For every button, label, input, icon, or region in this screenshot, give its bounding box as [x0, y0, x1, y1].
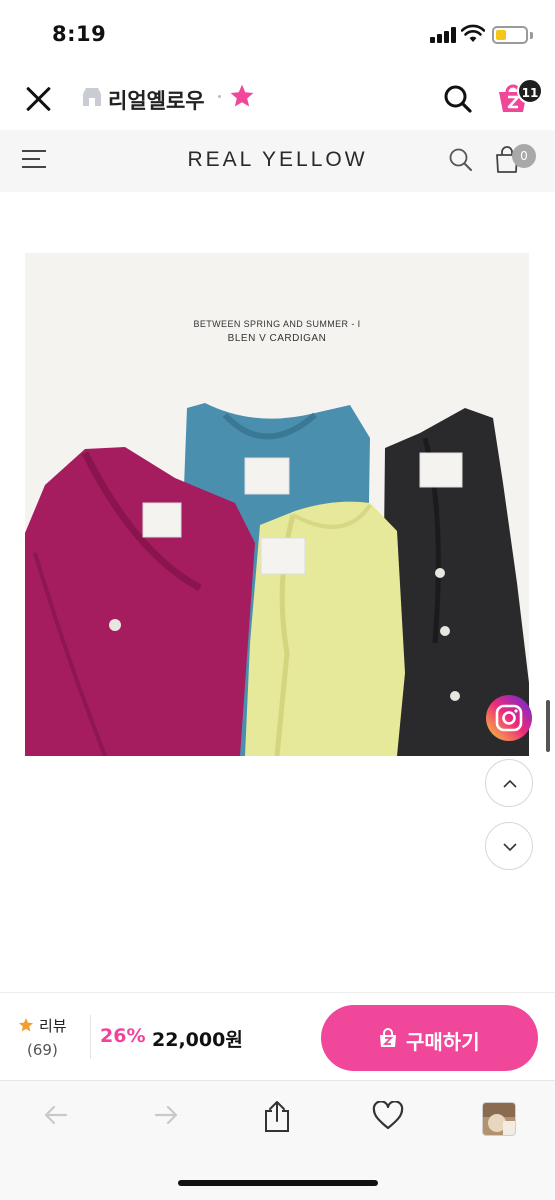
shopping-bag-icon [380, 1028, 396, 1047]
separator-dot [218, 95, 221, 98]
buy-button[interactable]: 구매하기 [321, 1005, 538, 1071]
search-icon[interactable] [448, 147, 474, 173]
share-icon[interactable] [262, 1099, 292, 1133]
wifi-icon [461, 24, 485, 42]
app-top-bar: 리얼옐로우 11 [0, 64, 555, 130]
store-name[interactable]: 리얼옐로우 [108, 85, 205, 115]
star-icon[interactable] [229, 83, 255, 109]
buy-button-label: 구매하기 [406, 1030, 480, 1054]
cellular-signal-icon [430, 27, 456, 43]
bag-count-badge: 0 [512, 144, 536, 168]
scroll-to-bottom-button[interactable] [485, 822, 533, 870]
divider [90, 1015, 91, 1059]
scrollbar[interactable] [546, 700, 550, 752]
tab-thumbnail[interactable] [482, 1102, 516, 1136]
instagram-button[interactable] [486, 695, 532, 741]
shop-header: REAL YELLOW 0 [0, 130, 555, 192]
price: 22,000원 [152, 1029, 243, 1051]
chevron-down-icon [503, 843, 517, 852]
status-bar: 8:19 [0, 0, 555, 64]
back-arrow-icon[interactable] [42, 1101, 70, 1129]
forward-arrow-icon[interactable] [152, 1101, 180, 1129]
scroll-to-top-button[interactable] [485, 759, 533, 807]
home-indicator [178, 1180, 378, 1186]
discount-rate: 26% [100, 1025, 146, 1047]
review-count: (69) [27, 1041, 58, 1059]
store-icon [83, 88, 101, 106]
close-icon[interactable] [24, 84, 54, 114]
cart-count-badge: 11 [517, 78, 543, 104]
search-icon[interactable] [443, 84, 473, 114]
product-image[interactable]: BETWEEN SPRING AND SUMMER - I BLEN V CAR… [25, 253, 529, 756]
battery-icon [492, 26, 528, 44]
review-star-icon [19, 1018, 33, 1032]
cardigans-illustration [25, 403, 529, 756]
chevron-up-icon [503, 779, 517, 788]
instagram-icon [495, 704, 523, 732]
heart-icon[interactable] [372, 1101, 404, 1131]
purchase-bar: 리뷰 (69) 26% 22,000원 구매하기 [0, 992, 555, 1080]
status-time: 8:19 [52, 22, 107, 46]
review-label: 리뷰 [39, 1017, 67, 1035]
battery-cap [530, 32, 533, 39]
